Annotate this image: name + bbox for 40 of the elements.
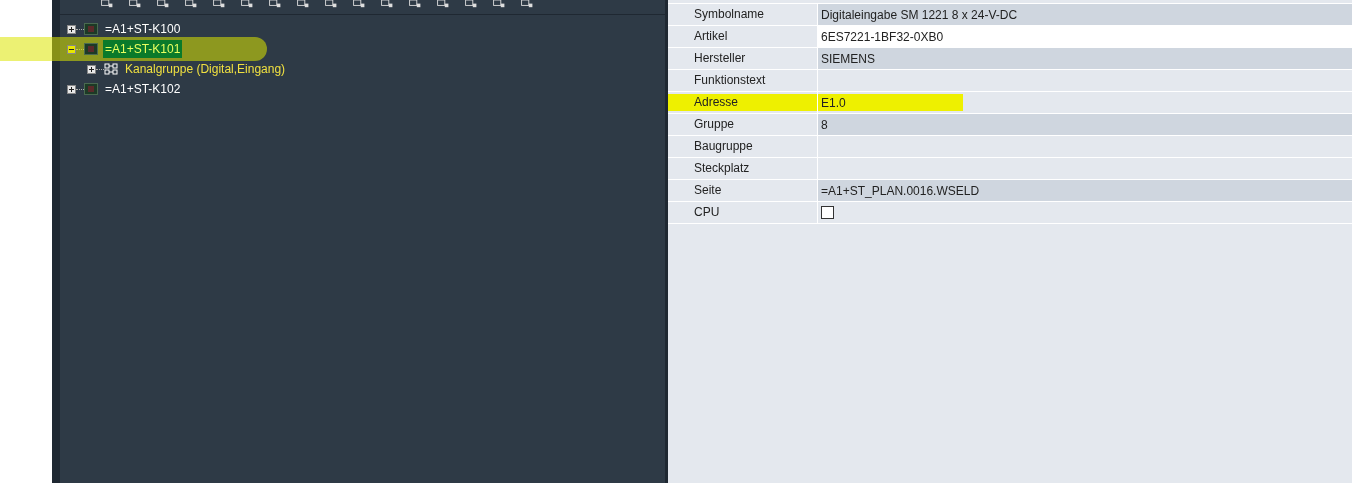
toolbar-icon[interactable] [156,0,170,9]
expand-icon[interactable] [87,64,96,74]
channel-group-icon [104,63,118,75]
toolbar-icon[interactable] [324,0,338,9]
toolbar-icon[interactable] [128,0,142,9]
toolbar-icon[interactable] [380,0,394,9]
toolbar-icon[interactable] [212,0,226,9]
collapse-icon[interactable] [67,44,76,54]
property-value-field[interactable]: Digitaleingabe SM 1221 8 x 24-V-DC [818,4,1352,25]
toolbar-icon[interactable] [436,0,450,9]
toolbar-icon[interactable] [520,0,534,9]
checkbox[interactable] [821,206,834,219]
property-name: Adresse [668,92,818,113]
toolbar-icon[interactable] [464,0,478,9]
expand-icon[interactable] [67,24,76,34]
toolbar-icon[interactable] [100,0,114,9]
expand-icon[interactable] [67,84,76,94]
property-value-field[interactable]: =A1+ST_PLAN.0016.WSELD [818,180,1352,201]
property-name: Baugruppe [668,136,818,157]
toolbar-icon[interactable] [268,0,282,9]
property-value-field[interactable]: SIEMENS [818,48,1352,69]
toolbar-icon[interactable] [408,0,422,9]
property-name: CPU [668,202,818,223]
tree-item[interactable]: Kanalgruppe (Digital,Eingang) [123,60,288,78]
toolbar-icon[interactable] [296,0,310,9]
tree-item[interactable]: =A1+ST-K101 [103,40,183,58]
property-value-field[interactable]: 8 [818,114,1352,135]
toolbar-icon[interactable] [492,0,506,9]
property-value-field[interactable]: E1.0 [818,92,1352,113]
module-icon [84,43,98,55]
toolbar-icon[interactable] [184,0,198,9]
property-name: Funktionstext [668,70,818,91]
tree-item[interactable]: =A1+ST-K102 [103,80,183,98]
tree-item[interactable]: =A1+ST-K100 [103,20,183,38]
module-icon [84,23,98,35]
toolbar-icon[interactable] [352,0,366,9]
property-value-field[interactable]: 6ES7221-1BF32-0XB0 [818,26,1352,47]
module-icon [84,83,98,95]
property-name: Steckplatz [668,158,818,179]
toolbar-icon[interactable] [240,0,254,9]
